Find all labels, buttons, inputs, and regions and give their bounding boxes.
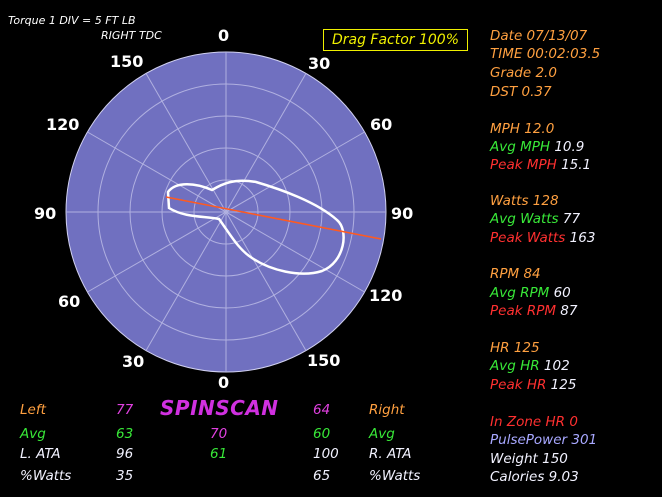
avg-hr-row: Avg HR 102 <box>490 358 570 374</box>
polar-label-right-60: 60 <box>370 115 393 134</box>
polar-label-left-60: 60 <box>58 292 81 311</box>
mph-readout: MPH 12.0 <box>490 121 555 137</box>
peak-rpm-value: 87 <box>560 303 578 319</box>
peak-watts-row: Peak Watts 163 <box>490 230 595 246</box>
avg-mph-value: 10.9 <box>554 139 585 155</box>
peak-watts-value: 163 <box>569 230 596 246</box>
avg-rpm-label: Avg RPM <box>490 285 550 301</box>
left-label: Left <box>20 402 46 418</box>
avg-label-left: Avg <box>20 426 46 442</box>
polar-label-right-90: 90 <box>391 204 414 223</box>
avg-watts-row: Avg Watts 77 <box>490 211 580 227</box>
l-ata-label: L. ATA <box>20 446 61 462</box>
distance-readout: DST 0.37 <box>490 84 552 100</box>
weight-readout: Weight 150 <box>490 451 568 467</box>
peak-mph-row: Peak MPH 15.1 <box>490 157 591 173</box>
polar-label-left-150: 150 <box>110 52 144 71</box>
avg-label-right: Avg <box>369 426 395 442</box>
avg-hr-value: 102 <box>543 358 570 374</box>
polar-label-right-120: 120 <box>369 286 403 305</box>
polar-label-bottom: 0 <box>218 373 230 392</box>
avg-hr-label: Avg HR <box>490 358 540 374</box>
avg-left-value: 63 <box>116 426 134 442</box>
avg-right-value: 60 <box>313 426 331 442</box>
date-readout: Date 07/13/07 <box>490 28 588 44</box>
peak-watts-label: Peak Watts <box>490 230 566 246</box>
pulse-power-readout: PulsePower 301 <box>490 432 598 448</box>
avg-watts-value: 77 <box>562 211 581 227</box>
pct-watts-left-value: 35 <box>116 468 134 484</box>
peak-hr-row: Peak HR 125 <box>490 377 576 393</box>
polar-label-right-30: 30 <box>308 54 331 73</box>
ata-center-value: 61 <box>210 446 228 462</box>
in-zone-hr-readout: In Zone HR 0 <box>490 414 578 430</box>
peak-hr-label: Peak HR <box>490 377 547 393</box>
r-ata-value: 100 <box>313 446 339 462</box>
grade-readout: Grade 2.0 <box>490 65 557 81</box>
avg-watts-label: Avg Watts <box>490 211 559 227</box>
avg-center-value: 70 <box>210 426 228 442</box>
avg-mph-label: Avg MPH <box>490 139 551 155</box>
left-value: 77 <box>116 402 134 418</box>
right-label: Right <box>369 402 405 418</box>
spinscan-title: SPINSCAN <box>160 396 279 420</box>
spinscan-screen: Torque 1 DIV = 5 FT LB RIGHT TDC Drag Fa… <box>0 0 662 497</box>
peak-mph-label: Peak MPH <box>490 157 557 173</box>
pct-watts-label-right: %Watts <box>369 468 421 484</box>
l-ata-value: 96 <box>116 446 134 462</box>
peak-mph-value: 15.1 <box>561 157 592 173</box>
pct-watts-label-left: %Watts <box>20 468 72 484</box>
peak-rpm-row: Peak RPM 87 <box>490 303 577 319</box>
peak-rpm-label: Peak RPM <box>490 303 556 319</box>
rpm-readout: RPM 84 <box>490 266 541 282</box>
time-readout: TIME 00:02:03.5 <box>490 46 601 62</box>
right-value: 64 <box>313 402 331 418</box>
polar-label-top: 0 <box>218 26 230 45</box>
peak-hr-value: 125 <box>550 377 577 393</box>
avg-mph-row: Avg MPH 10.9 <box>490 139 584 155</box>
r-ata-label: R. ATA <box>369 446 412 462</box>
calories-readout: Calories 9.03 <box>490 469 579 485</box>
pct-watts-right-value: 65 <box>313 468 331 484</box>
avg-rpm-value: 60 <box>553 285 571 301</box>
polar-label-left-120: 120 <box>46 115 80 134</box>
polar-label-left-90: 90 <box>34 204 57 223</box>
avg-rpm-row: Avg RPM 60 <box>490 285 571 301</box>
hr-readout: HR 125 <box>490 340 540 356</box>
polar-label-left-30: 30 <box>122 352 145 371</box>
watts-readout: Watts 128 <box>490 193 559 209</box>
polar-label-right-150: 150 <box>307 351 341 370</box>
